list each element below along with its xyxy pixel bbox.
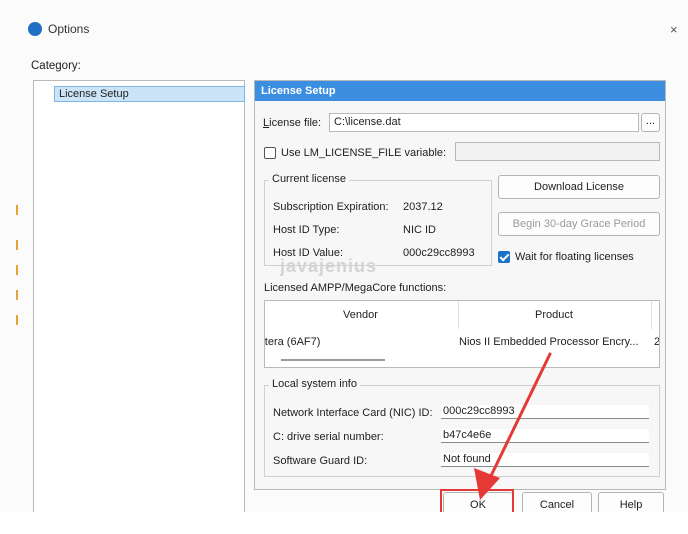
edge-mark: [16, 205, 18, 215]
current-license-title: Current license: [269, 173, 349, 185]
vendor-column-header[interactable]: Vendor: [343, 309, 378, 321]
download-license-button[interactable]: Download License: [498, 175, 660, 199]
app-icon: [28, 22, 42, 36]
category-label: Category:: [31, 60, 81, 72]
host-id-type-value: NIC ID: [403, 224, 436, 236]
subscription-label: Subscription Expiration:: [273, 201, 389, 213]
use-env-checkbox[interactable]: [264, 147, 276, 159]
host-id-type-label: Host ID Type:: [273, 224, 340, 236]
env-variable-input[interactable]: [455, 142, 660, 161]
software-guard-label: Software Guard ID:: [273, 455, 368, 467]
drive-serial-label: C: drive serial number:: [273, 431, 384, 443]
product-column-header[interactable]: Product: [535, 309, 573, 321]
grace-period-button[interactable]: Begin 30-day Grace Period: [498, 212, 660, 236]
edge-mark: [16, 265, 18, 275]
edge-mark: [16, 240, 18, 250]
horizontal-scrollbar[interactable]: [281, 359, 385, 361]
window-title: Options: [48, 22, 90, 36]
table-cell-extra[interactable]: 2: [654, 336, 659, 348]
wait-floating-checkbox[interactable]: [498, 251, 510, 263]
local-system-info-title: Local system info: [269, 378, 360, 390]
edge-mark: [16, 290, 18, 300]
subscription-value: 2037.12: [403, 201, 443, 213]
category-list: License Setup: [33, 80, 245, 512]
category-item-license-setup[interactable]: License Setup: [54, 86, 245, 102]
column-divider: [458, 301, 459, 329]
license-file-label: License file:: [263, 117, 322, 129]
table-cell-product[interactable]: Nios II Embedded Processor Encry...: [459, 336, 639, 348]
table-cell-vendor[interactable]: Altera (6AF7): [265, 336, 320, 348]
watermark-text: javajenius: [280, 256, 378, 276]
nic-label: Network Interface Card (NIC) ID:: [273, 407, 433, 419]
functions-label: Licensed AMPP/MegaCore functions:: [264, 282, 447, 294]
panel-header: License Setup: [255, 81, 665, 101]
edge-mark: [16, 315, 18, 325]
help-button[interactable]: Help: [598, 492, 664, 512]
column-divider: [651, 301, 652, 329]
browse-button[interactable]: ...: [641, 113, 660, 132]
use-env-label: Use LM_LICENSE_FILE variable:: [281, 147, 447, 159]
license-file-input[interactable]: C:\license.dat: [329, 113, 639, 132]
annotation-arrow-icon: [474, 352, 552, 500]
host-id-value: 000c29cc8993: [403, 247, 475, 259]
close-icon[interactable]: ×: [670, 22, 678, 37]
options-dialog: Options × Category: License Setup Licens…: [0, 0, 688, 512]
wait-floating-label: Wait for floating licenses: [515, 251, 634, 263]
